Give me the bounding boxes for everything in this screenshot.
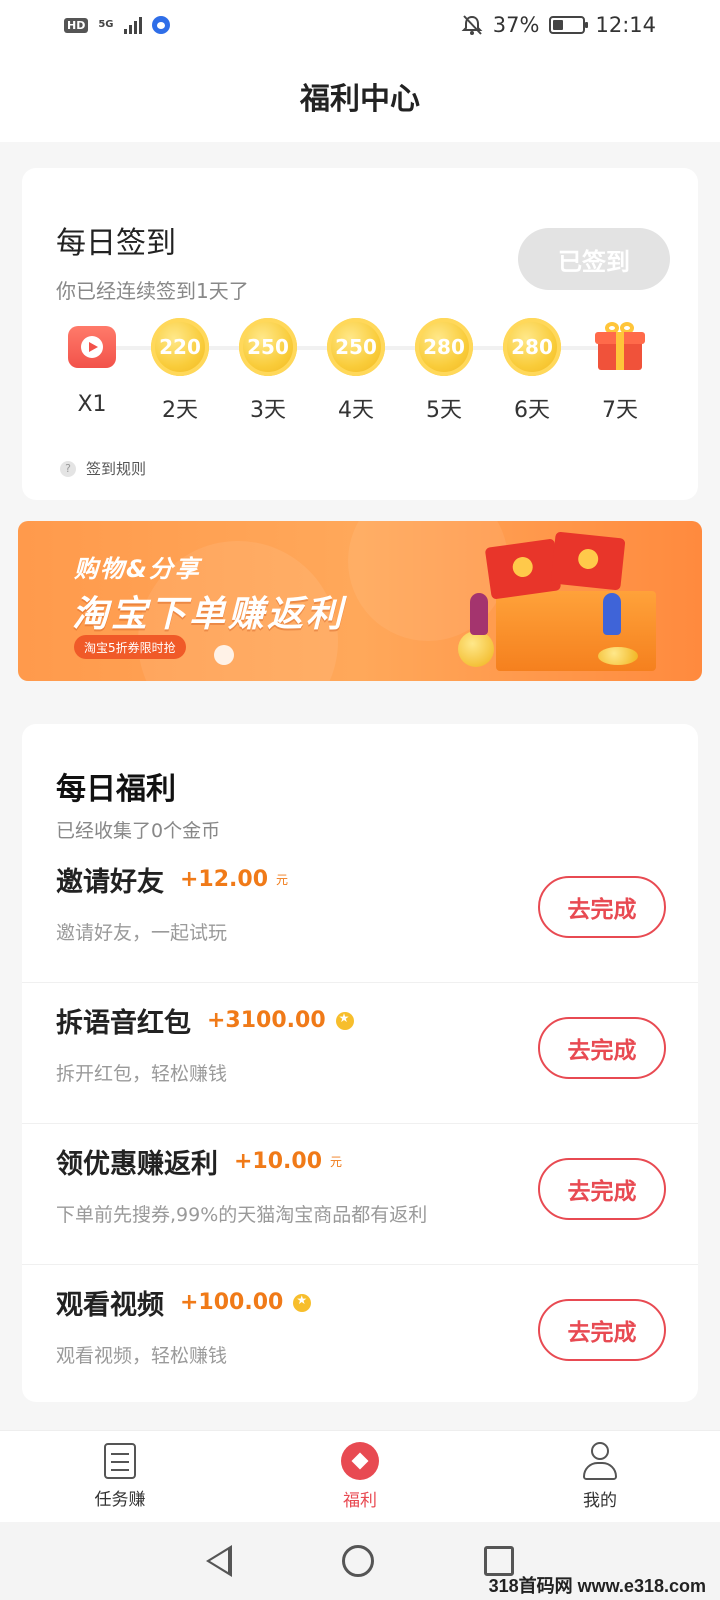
signed-in-button[interactable]: 已签到: [518, 228, 670, 290]
tab-welfare[interactable]: 福利: [240, 1431, 480, 1522]
task-description: 观看视频，轻松赚钱: [56, 1345, 228, 1367]
tab-label: 任务赚: [94, 1490, 146, 1510]
task-list-icon: [104, 1443, 136, 1479]
hd-badge: HD: [64, 17, 89, 33]
status-bar: HD 5G 37% 12:14: [0, 0, 720, 50]
network-type: 5G: [98, 19, 114, 30]
back-icon[interactable]: [206, 1545, 232, 1577]
day-label: 5天: [426, 398, 462, 423]
task-name: 领优惠赚返利: [56, 1149, 218, 1180]
checkin-day-4: 250 4天: [316, 316, 396, 424]
checkin-day-6: 280 6天: [492, 316, 572, 424]
checkin-rules-link[interactable]: ? 签到规则: [60, 458, 146, 479]
task-coupon-rebate: 领优惠赚返利 +10.00 元 下单前先搜券,99%的天猫淘宝商品都有返利 去完…: [22, 1124, 698, 1265]
task-name: 拆语音红包: [56, 1008, 191, 1039]
checkin-day-5: 280 5天: [404, 316, 484, 424]
checkin-day-3: 250 3天: [228, 316, 308, 424]
coin-icon: 220: [151, 318, 209, 376]
task-name: 邀请好友: [56, 867, 164, 898]
task-reward: +10.00: [234, 1149, 323, 1174]
home-icon[interactable]: [342, 1545, 374, 1577]
welfare-diamond-icon: [341, 1442, 379, 1480]
video-play-icon: [68, 326, 116, 368]
checkin-day-7: 7天: [580, 316, 660, 424]
battery-icon: [549, 16, 589, 34]
gold-coin-icon: [335, 1011, 354, 1030]
question-icon: ?: [60, 460, 76, 477]
status-right: 37% 12:14: [461, 13, 656, 37]
coin-icon: 250: [239, 318, 297, 376]
battery-percent: 37%: [492, 13, 540, 37]
tab-label: 福利: [343, 1491, 377, 1511]
clock: 12:14: [595, 13, 656, 37]
day-label: 7天: [602, 398, 638, 423]
task-reward: +100.00: [180, 1290, 284, 1315]
coin-illustration: [598, 647, 638, 665]
day-label: X1: [77, 392, 107, 417]
user-icon: [583, 1442, 617, 1480]
checkin-day-1: X1: [52, 316, 132, 417]
go-complete-button[interactable]: 去完成: [538, 1158, 666, 1220]
task-description: 拆开红包，轻松赚钱: [56, 1063, 228, 1085]
gold-coin-icon: [293, 1293, 312, 1312]
banner-coupon-tag: 淘宝5折券限时抢: [74, 635, 186, 659]
banner-subtitle: 购物&分享: [74, 555, 201, 583]
day-label: 6天: [514, 398, 550, 423]
welfare-title: 每日福利: [56, 772, 176, 807]
banner-title: 淘宝下单赚返利: [72, 594, 346, 635]
task-invite-friends: 邀请好友 +12.00 元 邀请好友，一起试玩 去完成: [22, 842, 698, 983]
task-description: 邀请好友，一起试玩: [56, 922, 228, 944]
bottom-tab-bar: 任务赚 福利 我的: [0, 1430, 720, 1522]
go-complete-button[interactable]: 去完成: [538, 1299, 666, 1361]
tab-label: 我的: [583, 1491, 617, 1511]
task-name: 观看视频: [56, 1290, 164, 1321]
tap-hand-icon: [214, 645, 234, 665]
taobao-rebate-banner[interactable]: 购物&分享 淘宝下单赚返利 淘宝5折券限时抢: [18, 521, 702, 681]
coin-icon: 280: [415, 318, 473, 376]
go-complete-button[interactable]: 去完成: [538, 1017, 666, 1079]
red-envelope-illustration: [550, 531, 626, 591]
coin-illustration: [458, 631, 494, 667]
coin-icon: 280: [503, 318, 561, 376]
task-reward: +3100.00: [207, 1008, 326, 1033]
reward-unit: 元: [276, 873, 289, 887]
day-label: 2天: [162, 398, 198, 423]
checkin-title: 每日签到: [56, 226, 176, 261]
header: 福利中心: [0, 50, 720, 142]
reward-unit: 元: [330, 1155, 343, 1169]
person-illustration: [470, 593, 488, 635]
task-reward: +12.00: [180, 867, 269, 892]
red-envelope-illustration: [484, 538, 562, 600]
signal-icon: [123, 16, 142, 34]
task-description: 下单前先搜券,99%的天猫淘宝商品都有返利: [56, 1204, 428, 1226]
person-illustration: [603, 593, 621, 635]
tab-tasks[interactable]: 任务赚: [0, 1431, 240, 1522]
status-left: HD 5G: [64, 16, 170, 34]
page-title: 福利中心: [300, 82, 420, 117]
day-label: 3天: [250, 398, 286, 423]
coin-icon: 250: [327, 318, 385, 376]
coins-collected-text: 已经收集了0个金币: [56, 820, 221, 842]
tab-me[interactable]: 我的: [480, 1431, 720, 1522]
checkin-card: 每日签到 你已经连续签到1天了 已签到 X1 220 2天 250 3天 250…: [22, 168, 698, 500]
checkin-streak-text: 你已经连续签到1天了: [56, 279, 249, 303]
mute-bell-icon: [461, 15, 483, 35]
gift-icon: [595, 322, 645, 372]
go-complete-button[interactable]: 去完成: [538, 876, 666, 938]
rules-label: 签到规则: [86, 460, 147, 478]
task-voice-red-packet: 拆语音红包 +3100.00 拆开红包，轻松赚钱 去完成: [22, 983, 698, 1124]
baidu-paw-icon: [151, 16, 170, 34]
day-label: 4天: [338, 398, 374, 423]
task-watch-video: 观看视频 +100.00 观看视频，轻松赚钱 去完成: [22, 1265, 698, 1406]
checkin-day-2: 220 2天: [140, 316, 220, 424]
watermark: 318首码网 www.e318.com: [488, 1576, 706, 1596]
daily-welfare-card: 每日福利 已经收集了0个金币 邀请好友 +12.00 元 邀请好友，一起试玩 去…: [22, 724, 698, 1402]
